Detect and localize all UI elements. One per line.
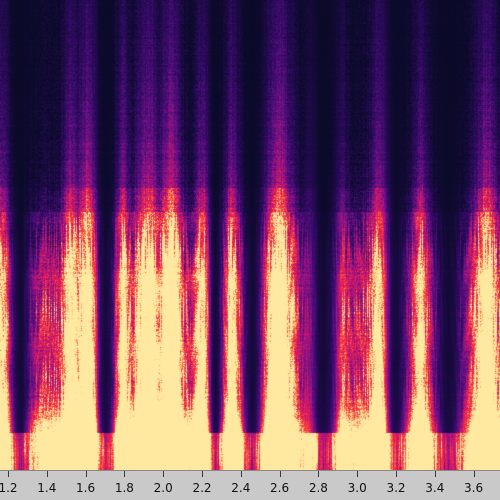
- time-tick: [163, 471, 165, 477]
- spectrogram-view: 1.21.41.61.82.02.22.42.62.83.03.23.43.63…: [0, 0, 500, 500]
- time-tick-label: 2.0: [153, 481, 173, 495]
- time-tick-label: 2.8: [308, 481, 328, 495]
- time-tick: [8, 471, 9, 477]
- time-tick-label: 2.4: [231, 481, 251, 495]
- time-tick: [434, 471, 436, 477]
- time-tick: [46, 471, 48, 477]
- time-tick-label: 3.2: [386, 481, 406, 495]
- time-tick: [279, 471, 281, 477]
- time-tick-label: 3.4: [425, 481, 445, 495]
- time-tick-label: 3.6: [464, 481, 484, 495]
- time-tick: [473, 471, 475, 477]
- spectrogram-canvas[interactable]: [0, 0, 500, 470]
- time-tick-label: 1.4: [37, 481, 57, 495]
- time-tick: [240, 471, 242, 477]
- time-tick-label: 1.6: [76, 481, 96, 495]
- time-tick: [124, 471, 126, 477]
- time-ruler[interactable]: 1.21.41.61.82.02.22.42.62.83.03.23.43.63…: [0, 470, 500, 500]
- time-tick: [318, 471, 320, 477]
- time-tick-label: 2.2: [192, 481, 212, 495]
- time-tick: [85, 471, 87, 477]
- time-tick-label: 2.6: [270, 481, 290, 495]
- time-tick-label: 3.0: [347, 481, 367, 495]
- time-tick-label: 1.8: [114, 481, 134, 495]
- time-tick: [357, 471, 359, 477]
- time-tick: [396, 471, 397, 477]
- time-tick: [202, 471, 203, 477]
- time-tick-label: 1.2: [0, 481, 18, 495]
